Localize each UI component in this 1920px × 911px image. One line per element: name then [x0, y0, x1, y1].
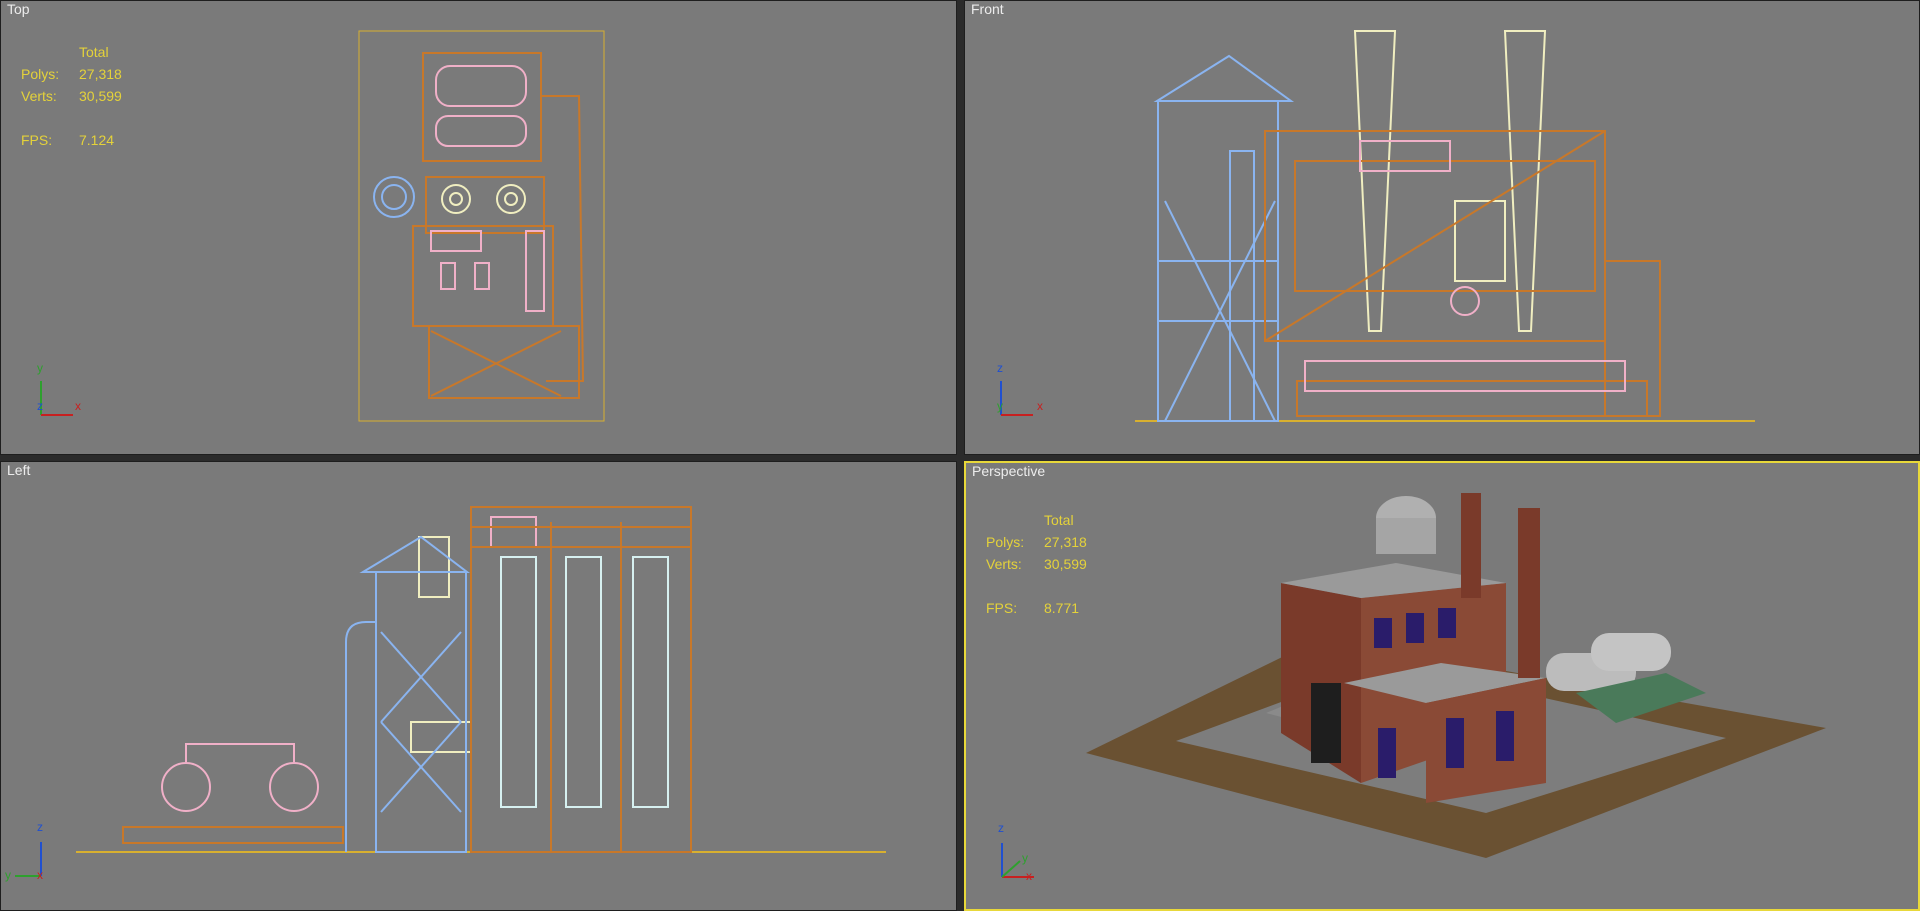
axis-label-y: y	[5, 868, 11, 882]
axis-label-y: y	[37, 361, 43, 375]
axis-label-y: y	[997, 399, 1003, 413]
axis-label-x: x	[37, 868, 43, 882]
top-wireframe	[40, 30, 605, 422]
perspective-render	[1001, 493, 1826, 878]
viewport-perspective[interactable]: Perspective Total Polys: 27,318 Verts: 30,…	[964, 461, 1920, 911]
axis-label-z: z	[998, 821, 1004, 835]
viewport-top[interactable]: Top Total Polys: 27,318 Verts: 30,599 FPS:…	[0, 0, 957, 455]
axis-gizmo-top	[40, 381, 73, 416]
axis-label-x: x	[1037, 399, 1043, 413]
axis-label-z: z	[37, 820, 43, 834]
front-wireframe	[1000, 30, 1755, 422]
axis-label-x: x	[1026, 869, 1032, 883]
left-wireframe	[15, 506, 886, 877]
axis-label-x: x	[75, 399, 81, 413]
axis-label-z: z	[37, 399, 43, 413]
axis-label-y: y	[1022, 851, 1028, 865]
axis-gizmo-front	[1000, 381, 1033, 416]
axis-label-z: z	[997, 361, 1003, 375]
viewport-front[interactable]: Front z y x	[964, 0, 1920, 455]
viewport-left[interactable]: Left z y x	[0, 461, 957, 911]
